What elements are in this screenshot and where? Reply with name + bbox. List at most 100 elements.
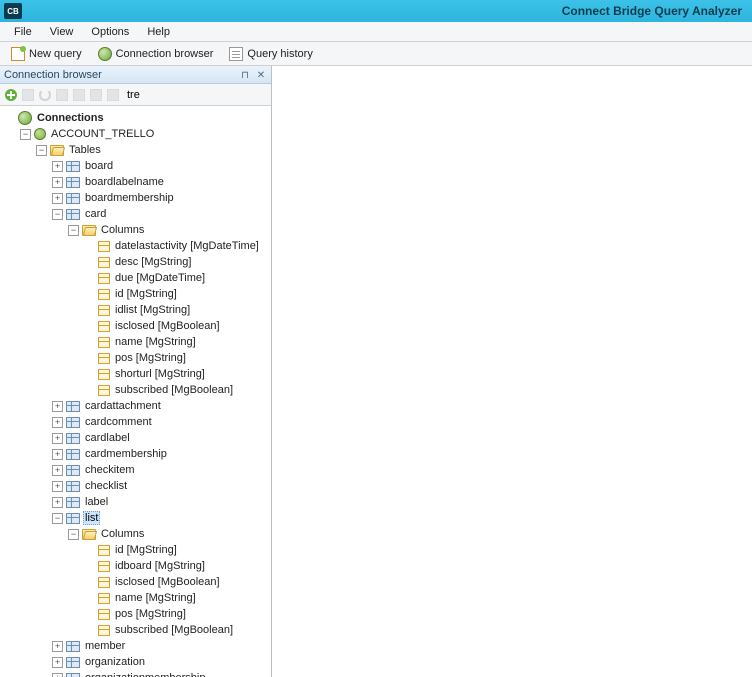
tree-column-label: isclosed [MgBoolean] [113, 576, 222, 588]
column-icon [98, 545, 110, 556]
tree-column[interactable]: isclosed [MgBoolean] [84, 318, 269, 334]
tree-table-boardlabelname[interactable]: + boardlabelname [52, 174, 269, 190]
toolbar-btn-3[interactable] [38, 86, 52, 104]
tree-table-cardmembership[interactable]: + cardmembership [52, 446, 269, 462]
gray-icon [107, 89, 119, 101]
table-icon [66, 177, 80, 188]
expander-icon[interactable]: + [52, 161, 63, 172]
expander-icon[interactable]: + [52, 417, 63, 428]
expander-icon[interactable]: − [36, 145, 47, 156]
column-icon [98, 257, 110, 268]
expander-icon[interactable]: + [52, 465, 63, 476]
tree-table-label[interactable]: + label [52, 494, 269, 510]
tree-table-label: boardlabelname [83, 176, 166, 188]
tree-account[interactable]: − ACCOUNT_TRELLO [20, 126, 269, 142]
expander-icon[interactable]: − [68, 225, 79, 236]
tree-table-board[interactable]: + board [52, 158, 269, 174]
connection-browser-icon [98, 47, 112, 61]
tree-column-label: idlist [MgString] [113, 304, 192, 316]
column-icon [98, 321, 110, 332]
menu-help[interactable]: Help [139, 24, 178, 40]
tree-table-boardmembership[interactable]: + boardmembership [52, 190, 269, 206]
tree-table-organizationmembership[interactable]: + organizationmembership [52, 670, 269, 677]
tree-column[interactable]: datelastactivity [MgDateTime] [84, 238, 269, 254]
tree-account-label: ACCOUNT_TRELLO [49, 128, 156, 140]
table-icon [66, 209, 80, 220]
tree-column[interactable]: isclosed [MgBoolean] [84, 574, 269, 590]
connection-browser-button[interactable]: Connection browser [91, 44, 221, 64]
add-connection-button[interactable] [4, 86, 18, 104]
tree-table-label: label [83, 496, 110, 508]
toolbar-btn-2[interactable] [21, 86, 35, 104]
tree-column[interactable]: idboard [MgString] [84, 558, 269, 574]
tree-table-label: boardmembership [83, 192, 176, 204]
menu-file[interactable]: File [6, 24, 40, 40]
expander-icon[interactable]: + [52, 433, 63, 444]
tree-column[interactable]: name [MgString] [84, 590, 269, 606]
new-query-button[interactable]: New query [4, 44, 89, 64]
table-icon [66, 641, 80, 652]
tree-column[interactable]: desc [MgString] [84, 254, 269, 270]
toolbar-btn-7[interactable] [106, 86, 120, 104]
folder-open-icon [50, 145, 64, 156]
connections-icon [18, 111, 32, 125]
tree-table-list[interactable]: − list [52, 510, 269, 526]
expander-icon[interactable]: + [52, 497, 63, 508]
connections-tree[interactable]: Connections − ACCOUNT_TRELLO [0, 106, 271, 677]
tree-column[interactable]: shorturl [MgString] [84, 366, 269, 382]
expander-icon[interactable]: − [20, 129, 31, 140]
tree-table-label: checkitem [83, 464, 137, 476]
toolbar-btn-4[interactable] [55, 86, 69, 104]
expander-icon[interactable]: + [52, 193, 63, 204]
tree-table-cardcomment[interactable]: + cardcomment [52, 414, 269, 430]
tree-column[interactable]: id [MgString] [84, 286, 269, 302]
table-icon [66, 449, 80, 460]
toolbar-btn-6[interactable] [89, 86, 103, 104]
tree-root[interactable]: Connections [4, 110, 269, 126]
expander-icon[interactable]: + [52, 641, 63, 652]
tree-column[interactable]: pos [MgString] [84, 350, 269, 366]
tree-tables[interactable]: − Tables [36, 142, 269, 158]
table-icon [66, 161, 80, 172]
expander-icon[interactable]: + [52, 673, 63, 677]
expander-icon[interactable]: + [52, 449, 63, 460]
tree-table-card[interactable]: − card [52, 206, 269, 222]
expander-icon[interactable]: + [52, 401, 63, 412]
column-icon [98, 289, 110, 300]
tree-table-cardlabel[interactable]: + cardlabel [52, 430, 269, 446]
plus-icon [5, 89, 17, 101]
tree-column-label: subscribed [MgBoolean] [113, 384, 235, 396]
tree-column[interactable]: idlist [MgString] [84, 302, 269, 318]
menu-options[interactable]: Options [83, 24, 137, 40]
gray-icon [73, 89, 85, 101]
tree-table-organization[interactable]: + organization [52, 654, 269, 670]
menu-view[interactable]: View [42, 24, 82, 40]
close-button[interactable]: ✕ [253, 67, 269, 83]
tree-table-label: member [83, 640, 127, 652]
tree-table-checkitem[interactable]: + checkitem [52, 462, 269, 478]
expander-icon[interactable]: + [52, 481, 63, 492]
query-history-button[interactable]: Query history [222, 44, 319, 64]
tree-column-label: desc [MgString] [113, 256, 193, 268]
expander-icon[interactable]: + [52, 177, 63, 188]
tree-column-label: name [MgString] [113, 336, 198, 348]
tree-column[interactable]: pos [MgString] [84, 606, 269, 622]
expander-icon[interactable]: + [52, 657, 63, 668]
tree-column[interactable]: name [MgString] [84, 334, 269, 350]
expander-icon[interactable]: − [68, 529, 79, 540]
tree-column[interactable]: id [MgString] [84, 542, 269, 558]
expander-icon[interactable]: − [52, 513, 63, 524]
tree-columns[interactable]: − Columns [68, 222, 269, 238]
tree-table-checklist[interactable]: + checklist [52, 478, 269, 494]
tree-columns[interactable]: − Columns [68, 526, 269, 542]
pin-button[interactable]: ⊓ [237, 67, 253, 83]
search-input[interactable] [123, 87, 273, 103]
database-icon [34, 128, 46, 140]
tree-table-member[interactable]: + member [52, 638, 269, 654]
tree-column[interactable]: subscribed [MgBoolean] [84, 382, 269, 398]
toolbar-btn-5[interactable] [72, 86, 86, 104]
expander-icon[interactable]: − [52, 209, 63, 220]
tree-column[interactable]: subscribed [MgBoolean] [84, 622, 269, 638]
tree-table-cardattachment[interactable]: + cardattachment [52, 398, 269, 414]
tree-column[interactable]: due [MgDateTime] [84, 270, 269, 286]
